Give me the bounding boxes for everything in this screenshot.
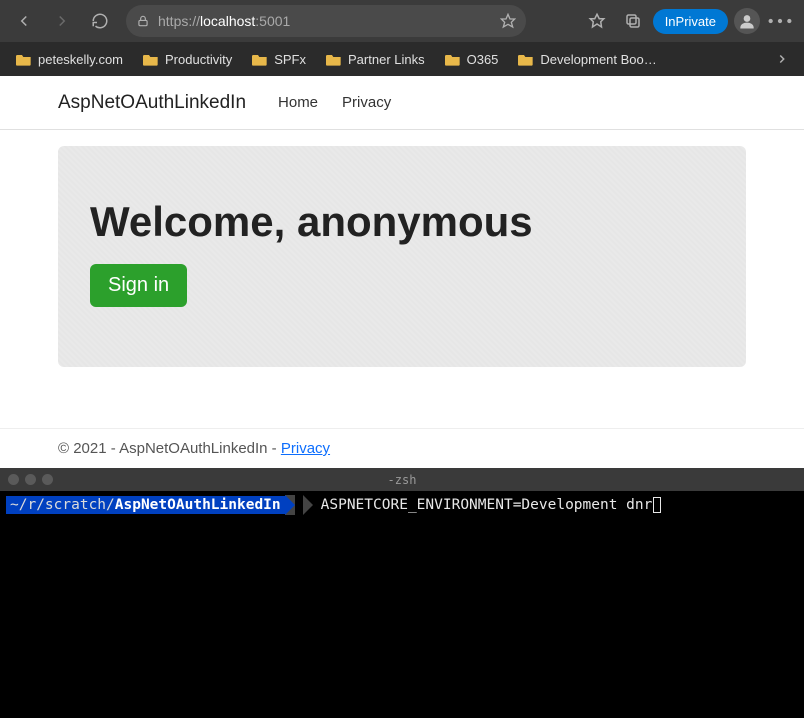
terminal-titlebar: -zsh bbox=[0, 468, 804, 491]
site-navbar: AspNetOAuthLinkedIn Home Privacy bbox=[0, 76, 804, 130]
bookmark-item[interactable]: peteskelly.com bbox=[8, 48, 131, 71]
terminal-command: ASPNETCORE_ENVIRONMENT=Development dnr bbox=[313, 496, 653, 515]
window-controls[interactable] bbox=[0, 474, 53, 485]
bookmark-label: Development Boo… bbox=[540, 52, 656, 67]
hero-heading: Welcome, anonymous bbox=[90, 198, 714, 246]
bookmark-item[interactable]: Development Boo… bbox=[510, 48, 664, 71]
back-button[interactable] bbox=[8, 5, 40, 37]
minimize-dot[interactable] bbox=[25, 474, 36, 485]
bookmark-label: Partner Links bbox=[348, 52, 425, 67]
close-dot[interactable] bbox=[8, 474, 19, 485]
bookmark-item[interactable]: O365 bbox=[437, 48, 507, 71]
prompt-arrow-icon bbox=[285, 495, 295, 515]
signin-button[interactable]: Sign in bbox=[90, 264, 187, 307]
refresh-button[interactable] bbox=[84, 5, 116, 37]
collections-button[interactable] bbox=[617, 5, 649, 37]
bookmark-label: Productivity bbox=[165, 52, 232, 67]
terminal-cursor bbox=[653, 497, 661, 513]
bookmarks-overflow-button[interactable] bbox=[768, 45, 796, 73]
page-footer: © 2021 - AspNetOAuthLinkedIn - Privacy bbox=[0, 428, 804, 468]
url-text: https://localhost:5001 bbox=[158, 13, 492, 29]
bookmarks-bar: peteskelly.com Productivity SPFx Partner… bbox=[0, 42, 804, 76]
terminal-title: -zsh bbox=[388, 473, 417, 487]
terminal-line: ~/r/scratch/AspNetOAuthLinkedIn ASPNETCO… bbox=[6, 495, 798, 515]
folder-icon bbox=[16, 52, 32, 66]
profile-button[interactable] bbox=[734, 8, 760, 34]
folder-icon bbox=[445, 52, 461, 66]
bookmark-item[interactable]: Partner Links bbox=[318, 48, 433, 71]
browser-toolbar: https://localhost:5001 InPrivate bbox=[0, 0, 804, 42]
site-brand[interactable]: AspNetOAuthLinkedIn bbox=[58, 92, 246, 114]
address-bar[interactable]: https://localhost:5001 bbox=[126, 5, 526, 37]
folder-icon bbox=[326, 52, 342, 66]
prompt-arrow-icon bbox=[303, 495, 313, 515]
bookmark-label: O365 bbox=[467, 52, 499, 67]
prompt-path: ~/r/scratch/AspNetOAuthLinkedIn bbox=[6, 496, 285, 515]
folder-icon bbox=[252, 52, 268, 66]
lock-icon bbox=[136, 14, 150, 28]
hero-panel: Welcome, anonymous Sign in bbox=[58, 146, 746, 367]
folder-icon bbox=[143, 52, 159, 66]
footer-privacy-link[interactable]: Privacy bbox=[281, 440, 330, 457]
terminal-body[interactable]: ~/r/scratch/AspNetOAuthLinkedIn ASPNETCO… bbox=[0, 491, 804, 718]
forward-button[interactable] bbox=[46, 5, 78, 37]
folder-icon bbox=[518, 52, 534, 66]
zoom-dot[interactable] bbox=[42, 474, 53, 485]
nav-privacy[interactable]: Privacy bbox=[330, 94, 403, 111]
favorites-button[interactable] bbox=[581, 5, 613, 37]
menu-button[interactable] bbox=[764, 5, 796, 37]
favorite-icon[interactable] bbox=[500, 13, 516, 29]
bookmark-label: peteskelly.com bbox=[38, 52, 123, 67]
nav-home[interactable]: Home bbox=[266, 94, 330, 111]
footer-text: © 2021 - AspNetOAuthLinkedIn - bbox=[58, 440, 281, 457]
bookmark-item[interactable]: Productivity bbox=[135, 48, 240, 71]
inprivate-badge[interactable]: InPrivate bbox=[653, 9, 728, 34]
bookmark-label: SPFx bbox=[274, 52, 306, 67]
page-content: AspNetOAuthLinkedIn Home Privacy Welcome… bbox=[0, 76, 804, 468]
bookmark-item[interactable]: SPFx bbox=[244, 48, 314, 71]
